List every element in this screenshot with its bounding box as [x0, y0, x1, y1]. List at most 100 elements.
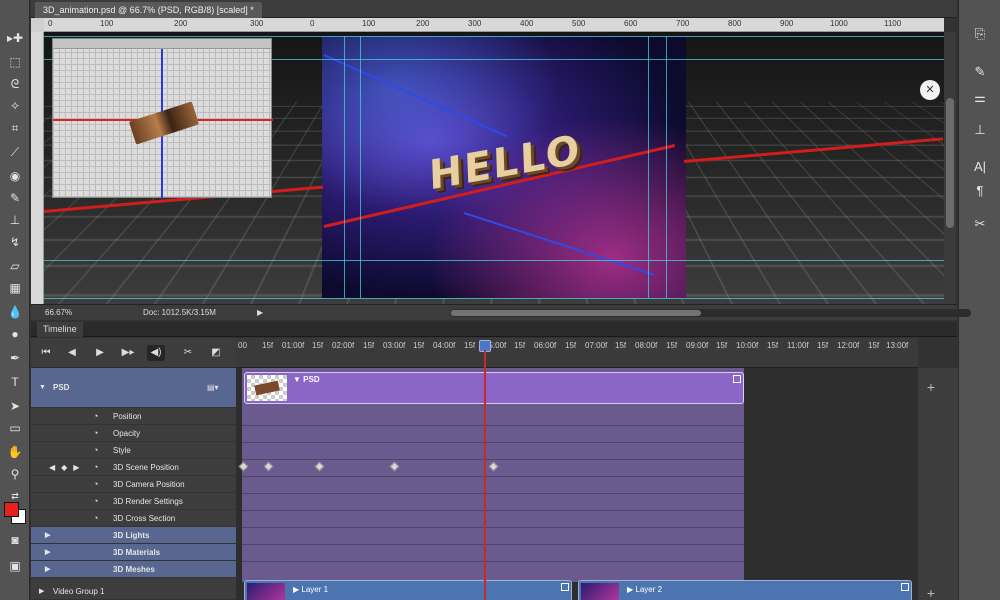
stopwatch-icon[interactable]: ◔ [93, 510, 98, 527]
stopwatch-icon[interactable]: ◔ [93, 493, 98, 510]
add-media-plus-icon[interactable]: + [924, 380, 938, 394]
time-ruler[interactable]: 00 15f 01:00f 15f 02:00f 15f 03:00f 15f … [236, 338, 918, 368]
vertical-scroll-thumb[interactable] [946, 98, 954, 228]
expand-triangle-icon[interactable]: ▶ [45, 527, 50, 544]
stopwatch-icon[interactable]: ◔ [93, 442, 98, 459]
quick-mask-icon[interactable]: ◙ [4, 530, 26, 550]
group-row-3d-materials[interactable]: ▶ 3D Materials [31, 544, 236, 561]
close-icon[interactable]: ✕ [920, 80, 940, 100]
layer-row-psd[interactable]: ▼ PSD ▤▾ [31, 368, 236, 408]
next-frame-icon[interactable]: ▶▸ [119, 345, 137, 361]
psd-clip[interactable]: ▼ PSD [244, 372, 744, 404]
video-group-row[interactable]: ▶ Video Group 1 [31, 584, 236, 600]
tab-timeline[interactable]: Timeline [37, 322, 83, 337]
history-panel-icon[interactable]: ⎘ [968, 24, 992, 44]
video-group-label: Video Group 1 [53, 587, 105, 596]
path-selection-tool-icon[interactable]: ➤ [4, 396, 26, 416]
track-divider [242, 442, 744, 443]
dodge-tool-icon[interactable]: ● [4, 324, 26, 344]
ruler-origin[interactable] [31, 18, 44, 32]
magic-wand-tool-icon[interactable]: ✧ [4, 96, 26, 116]
document-canvas[interactable]: HELLO ✕ [44, 32, 944, 304]
property-row-position[interactable]: ◔ Position [31, 408, 236, 425]
playhead-line[interactable] [484, 350, 486, 600]
keyframe-navigator-icon[interactable]: ◀◆▶ [49, 459, 85, 476]
shape-tool-icon[interactable]: ▭ [4, 418, 26, 438]
document-tab[interactable]: 3D_animation.psd @ 66.7% (PSD, RGB/8) [s… [35, 2, 262, 18]
group-row-3d-lights[interactable]: ▶ 3D Lights [31, 527, 236, 544]
properties-panel-icon[interactable]: ⊥ [968, 120, 992, 140]
lasso-tool-icon[interactable]: ᘓ [4, 74, 26, 94]
clip-thumbnail [247, 375, 287, 401]
track-divider [242, 459, 744, 460]
split-at-playhead-icon[interactable]: ✂ [179, 345, 197, 361]
group-label: 3D Meshes [113, 565, 155, 574]
crop-tool-icon[interactable]: ⌗ [4, 118, 26, 138]
track-divider [242, 527, 744, 528]
time-label: 15f [767, 341, 779, 350]
expand-triangle-icon[interactable]: ▶ [45, 544, 50, 561]
horizontal-scrollbar[interactable] [451, 309, 971, 317]
layer-options-icon[interactable]: ▤▾ [207, 368, 219, 408]
horizontal-scroll-thumb[interactable] [451, 310, 701, 316]
layer-1-clip[interactable]: ▶ Layer 1 [244, 580, 572, 600]
eraser-tool-icon[interactable]: ▱ [4, 256, 26, 276]
healing-tool-icon[interactable]: ◉ [4, 166, 26, 186]
brush-tool-icon[interactable]: ✎ [4, 188, 26, 208]
timeline-tracks[interactable]: ▼ PSD ▶ Layer 1 ▶ Layer 2 [236, 368, 918, 600]
zoom-tool-icon[interactable]: ⚲ [4, 464, 26, 484]
clip-menu-icon[interactable] [901, 583, 909, 591]
move-tool-icon[interactable]: ▸✚ [4, 28, 26, 48]
stamp-tool-icon[interactable]: ⊥ [4, 210, 26, 230]
property-row-3d-cross-section[interactable]: ◔ 3D Cross Section [31, 510, 236, 527]
hand-tool-icon[interactable]: ✋ [4, 442, 26, 462]
expand-triangle-icon[interactable]: ▶ [45, 561, 50, 578]
expand-triangle-icon[interactable]: ▶ [39, 584, 44, 600]
status-menu-arrow-icon[interactable]: ▶ [257, 305, 263, 321]
type-tool-icon[interactable]: T [4, 372, 26, 392]
brush-panel-icon[interactable]: ✎ [968, 62, 992, 82]
audio-icon[interactable]: ◀) [147, 345, 165, 361]
gradient-tool-icon[interactable]: ▦ [4, 278, 26, 298]
guide-line [648, 36, 649, 298]
vertical-ruler[interactable] [31, 32, 44, 304]
tools-preset-panel-icon[interactable]: ✂ [968, 214, 992, 234]
history-brush-tool-icon[interactable]: ↯ [4, 232, 26, 252]
3d-secondary-view[interactable] [52, 38, 273, 199]
stopwatch-icon[interactable]: ◔ [93, 408, 98, 425]
track-add-column [918, 368, 958, 600]
paragraph-panel-icon[interactable]: ¶ [968, 180, 992, 200]
character-panel-icon[interactable]: A| [968, 156, 992, 176]
previous-frame-icon[interactable]: ◀ [63, 345, 81, 361]
clip-menu-icon[interactable] [561, 583, 569, 591]
clip-menu-icon[interactable] [733, 375, 741, 383]
time-label: 15f [615, 341, 627, 350]
property-row-3d-scene-position[interactable]: ◀◆▶ ◔ 3D Scene Position [31, 459, 236, 476]
stopwatch-icon[interactable]: ◔ [93, 459, 98, 476]
transition-icon[interactable]: ◩ [207, 345, 225, 361]
zoom-level[interactable]: 66.67% [45, 305, 72, 321]
expand-triangle-icon[interactable]: ▼ [39, 368, 46, 408]
property-row-3d-render-settings[interactable]: ◔ 3D Render Settings [31, 493, 236, 510]
property-row-style[interactable]: ◔ Style [31, 442, 236, 459]
time-label: 15f [514, 341, 526, 350]
play-icon[interactable]: ▶ [91, 345, 109, 361]
property-row-opacity[interactable]: ◔ Opacity [31, 425, 236, 442]
horizontal-ruler[interactable]: 0 100 200 300 0 100 200 300 400 500 600 … [44, 18, 944, 32]
vertical-scrollbar[interactable] [944, 32, 956, 304]
group-row-3d-meshes[interactable]: ▶ 3D Meshes [31, 561, 236, 578]
secondary-view-header[interactable] [53, 39, 271, 49]
pen-tool-icon[interactable]: ✒ [4, 348, 26, 368]
blur-tool-icon[interactable]: 💧 [4, 302, 26, 322]
stopwatch-icon[interactable]: ◔ [93, 476, 98, 493]
screen-mode-icon[interactable]: ▣ [4, 556, 26, 576]
property-row-3d-camera-position[interactable]: ◔ 3D Camera Position [31, 476, 236, 493]
marquee-tool-icon[interactable]: ⬚ [4, 52, 26, 72]
stopwatch-icon[interactable]: ◔ [93, 425, 98, 442]
foreground-color-swatch[interactable] [4, 502, 19, 517]
adjustments-panel-icon[interactable]: ⚌ [968, 88, 992, 108]
go-to-first-frame-icon[interactable]: ⏮ [37, 345, 55, 361]
layer-2-clip[interactable]: ▶ Layer 2 [578, 580, 912, 600]
eyedropper-tool-icon[interactable]: ⟋ [4, 142, 26, 162]
add-media-plus-icon[interactable]: + [924, 586, 938, 600]
